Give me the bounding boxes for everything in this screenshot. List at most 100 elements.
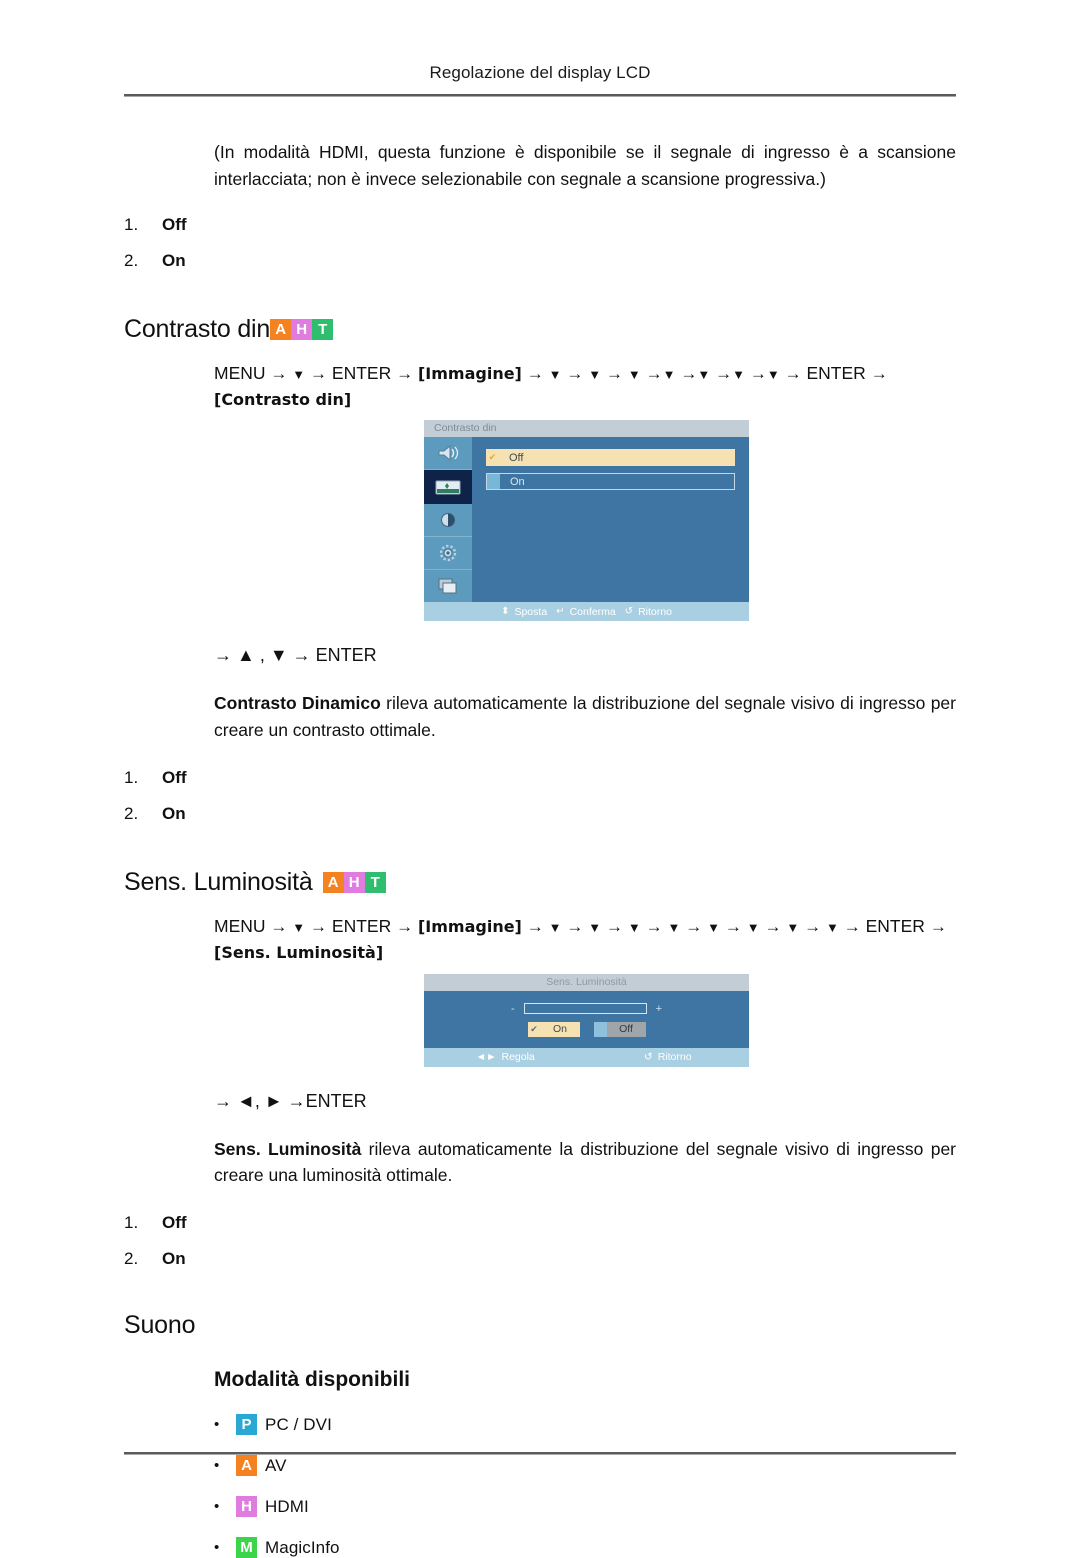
- osd-title: Contrasto din: [424, 420, 749, 438]
- picture-icon[interactable]: [424, 470, 472, 504]
- section-title: Contrasto din: [124, 314, 271, 343]
- arrow-icon: →: [396, 363, 414, 383]
- list-item: 2. On: [124, 1249, 956, 1269]
- mode-label: HDMI: [265, 1496, 309, 1516]
- check-icon: ✔: [530, 1023, 538, 1034]
- osd-option-off[interactable]: ✔ Off: [486, 449, 735, 467]
- arrow-icon: →: [310, 916, 328, 936]
- return-arrow-icon: ↺: [624, 606, 634, 618]
- menu-path-target: [Sens. Luminosità]: [214, 943, 384, 963]
- description-sens-luminosita: Sens. Luminosità rileva automaticamente …: [214, 1136, 956, 1190]
- section-title: Sens. Luminosità: [124, 867, 313, 896]
- mode-label: PC / DVI: [265, 1414, 332, 1434]
- return-arrow-icon: ↺: [643, 1051, 653, 1064]
- subsection-modalita-disponibili: Modalità disponibili: [214, 1368, 410, 1392]
- down-arrow-icon: ▼: [627, 366, 641, 382]
- keyline-contrasto-din: → ▲ , ▼ → ENTER: [214, 645, 377, 666]
- arrow-icon: →: [310, 363, 328, 383]
- mode-badge-hdmi: H: [343, 871, 365, 893]
- menu-path-immagine: [Immagine]: [417, 363, 522, 383]
- mode-badge-magicinfo: M: [236, 1537, 257, 1558]
- description-contrasto-din: Contrasto Dinamico rileva automaticament…: [214, 690, 956, 744]
- section-heading-suono: Suono: [124, 1311, 956, 1340]
- arrow-icon: →: [396, 916, 414, 936]
- mode-badge-av: A: [236, 1455, 257, 1477]
- contrasto-option-list: 1. Off 2. On: [124, 768, 956, 824]
- menu-path-enter: ENTER: [331, 915, 392, 936]
- osd-content: ✔ Off On: [472, 437, 749, 602]
- list-number: 1.: [124, 767, 139, 787]
- arrow-icon: →: [526, 363, 544, 383]
- list-item-av: • A AV: [214, 1455, 956, 1477]
- sound-icon[interactable]: [424, 437, 472, 471]
- down-arrow-icon: ▼: [707, 919, 720, 935]
- list-item: 1. Off: [124, 215, 956, 235]
- arrow-icon: →: [784, 363, 802, 383]
- arrow-icon: →: [606, 363, 623, 383]
- down-arrow-icon: ▼: [667, 919, 681, 935]
- bullet-icon: •: [214, 1457, 220, 1475]
- enter-key-icon: ↵: [556, 606, 565, 618]
- setup-icon[interactable]: [424, 537, 472, 571]
- list-label: On: [162, 803, 186, 823]
- footer-divider: [124, 1452, 956, 1455]
- intro-option-list: 1. Off 2. On: [124, 215, 956, 271]
- osd-footer-label: Sposta: [514, 605, 548, 618]
- contrast-icon[interactable]: [424, 504, 472, 537]
- multidisplay-icon[interactable]: [424, 570, 472, 602]
- mode-badge-pc: P: [236, 1414, 257, 1436]
- minus-label: -: [510, 1002, 515, 1015]
- arrow-icon: →: [606, 916, 623, 936]
- list-item: 2. On: [124, 804, 956, 824]
- menu-path-sens-luminosita: MENU → ▼ → ENTER → [Immagine] → ▼ → ▼ → …: [214, 913, 956, 966]
- list-item-hdmi: • H HDMI: [214, 1496, 956, 1518]
- down-arrow-icon: ▼: [732, 366, 745, 382]
- arrow-icon: →: [270, 916, 288, 936]
- menu-path-immagine: [Immagine]: [417, 916, 522, 936]
- osd-button-on[interactable]: ✔ On: [527, 1021, 580, 1037]
- arrow-icon: →: [566, 363, 584, 383]
- list-number: 1.: [124, 214, 139, 234]
- down-arrow-icon: ▼: [588, 919, 602, 935]
- down-arrow-icon: ▼: [292, 366, 306, 382]
- bullet-icon: •: [214, 1498, 220, 1516]
- down-arrow-icon: ▼: [292, 919, 306, 935]
- list-label: Off: [162, 214, 187, 234]
- down-arrow-icon: ▼: [588, 366, 602, 382]
- list-number: 1.: [124, 1213, 139, 1233]
- arrow-icon: →: [645, 363, 663, 383]
- osd-button-off[interactable]: Off: [593, 1021, 646, 1037]
- section-title: Suono: [124, 1311, 196, 1340]
- arrow-icon: →: [645, 916, 663, 936]
- osd-option-on[interactable]: On: [486, 473, 735, 491]
- osd-footer-label: Ritorno: [657, 1051, 692, 1064]
- osd-sidebar: [424, 437, 472, 603]
- osd-button-row: ✔ On Off: [424, 1021, 749, 1037]
- osd-footer: ⬍ Sposta ↵ Conferma ↺ Ritorno: [424, 602, 749, 622]
- arrow-icon: →: [680, 363, 698, 383]
- arrow-icon: →: [764, 916, 782, 936]
- check-icon: ✔: [488, 452, 497, 463]
- header-divider: [124, 94, 956, 97]
- down-arrow-icon: ▼: [697, 366, 711, 382]
- osd-screenshot-sens-luminosita: Sens. Luminosità - + ✔ On Off ◄► Regola …: [424, 973, 749, 1067]
- mode-badge-hdmi: H: [236, 1496, 257, 1518]
- mode-badge-group: A H T: [322, 871, 386, 893]
- osd-button-label: On: [552, 1023, 567, 1036]
- arrow-icon: →: [724, 916, 742, 936]
- arrow-icon: →: [685, 916, 703, 936]
- list-label: Off: [162, 1213, 187, 1233]
- brightness-slider[interactable]: [523, 1003, 647, 1015]
- osd-footer-label: Conferma: [569, 605, 616, 618]
- bullet-icon: •: [214, 1416, 220, 1434]
- arrow-icon: →: [843, 916, 861, 936]
- mode-badge-hdmi: H: [291, 318, 313, 340]
- down-arrow-icon: ▼: [662, 366, 676, 382]
- mode-badge-tv: T: [364, 871, 386, 893]
- down-arrow-icon: ▼: [548, 919, 562, 935]
- down-arrow-icon: ▼: [548, 366, 562, 382]
- arrow-icon: →: [804, 916, 822, 936]
- down-arrow-icon: ▼: [627, 919, 641, 935]
- description-term: Contrasto Dinamico: [214, 693, 381, 714]
- luminosita-option-list: 1. Off 2. On: [124, 1213, 956, 1269]
